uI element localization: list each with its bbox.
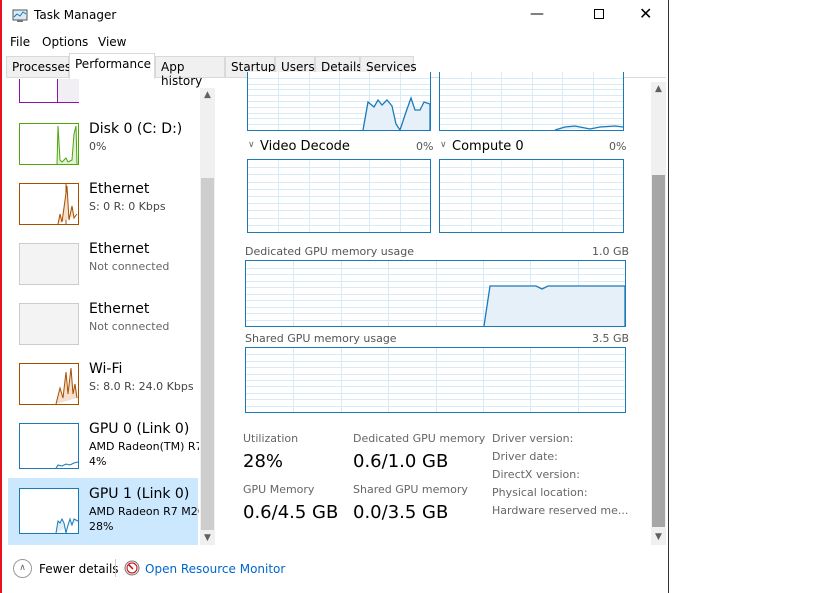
sidebar-item-name: Disk 0 (C: D:): [89, 121, 183, 137]
utilization-label: Utilization: [243, 432, 299, 445]
dedicated-memory-stat-value: 0.6/1.0 GB: [353, 451, 449, 472]
menu-file[interactable]: File: [10, 35, 30, 49]
sidebar-item-ethernet-2[interactable]: Ethernet Not connected: [8, 240, 198, 300]
ethernet-thumbnail: [19, 243, 79, 285]
sidebar-item-sub: Not connected: [89, 320, 170, 333]
scroll-up-icon[interactable]: ▲: [651, 84, 666, 94]
hardware-reserved-label: Hardware reserved me...: [492, 504, 629, 517]
open-resource-monitor-link[interactable]: Open Resource Monitor: [145, 562, 285, 576]
utilization-value: 28%: [243, 451, 284, 472]
directx-version-label: DirectX version:: [492, 468, 580, 481]
shared-memory-label: Shared GPU memory usage: [245, 332, 397, 345]
sidebar-item-sub: S: 8.0 R: 24.0 Kbps: [89, 380, 194, 393]
sidebar-item-usage: 4%: [89, 455, 107, 468]
scroll-down-icon[interactable]: ▼: [200, 533, 215, 543]
sidebar-item-name: GPU 1 (Link 0): [89, 486, 190, 502]
gpu1-thumbnail: [19, 488, 79, 534]
engine-selector-compute[interactable]: Compute 0: [452, 139, 524, 154]
video-decode-graph: [247, 159, 431, 233]
dedicated-memory-graph: [245, 260, 626, 327]
driver-version-label: Driver version:: [492, 432, 574, 445]
graph-grid: [440, 160, 623, 232]
resource-monitor-icon: [124, 560, 140, 576]
sidebar-item-gpu0[interactable]: GPU 0 (Link 0) AMD Radeon(TM) R7 4%: [8, 420, 199, 476]
menu-options[interactable]: Options: [42, 35, 88, 49]
sidebar-scrollbar[interactable]: ▲ ▼: [200, 88, 215, 545]
disk-thumbnail: [19, 123, 79, 165]
gpu-memory-value: 0.6/4.5 GB: [243, 502, 339, 523]
sidebar-item-name: Wi-Fi: [89, 361, 123, 377]
ethernet-thumbnail: [19, 183, 79, 225]
shared-memory-stat-label: Shared GPU memory: [353, 483, 468, 496]
close-button[interactable]: ✕: [639, 4, 652, 23]
physical-location-label: Physical location:: [492, 486, 588, 499]
gpu0-thumbnail: [19, 423, 79, 469]
window-title: Task Manager: [34, 8, 117, 22]
task-manager-window: Task Manager — ✕ File Options View Proce…: [0, 0, 669, 593]
graph-grid: [440, 72, 623, 130]
graph-grid: [248, 160, 430, 232]
dedicated-memory-max: 1.0 GB: [592, 245, 630, 258]
dedicated-memory-label: Dedicated GPU memory usage: [245, 245, 414, 258]
sidebar-item-gpu1[interactable]: GPU 1 (Link 0) AMD Radeon R7 M26 28%: [8, 478, 199, 545]
sidebar-item-name: Ethernet: [89, 181, 150, 197]
sidebar-item-name: Ethernet: [89, 301, 150, 317]
engine-graph-2: [439, 72, 624, 131]
compute-graph: [439, 159, 624, 233]
engine-graph-1: [247, 72, 431, 131]
shared-memory-graph: [245, 347, 626, 413]
sidebar-item-sub: Not connected: [89, 260, 170, 273]
divider: [115, 559, 116, 577]
minimize-button[interactable]: —: [530, 6, 544, 22]
task-manager-icon: [12, 9, 28, 22]
maximize-button[interactable]: [594, 9, 604, 19]
chevron-up-icon[interactable]: ∧: [13, 559, 32, 578]
tab-performance[interactable]: Performance: [69, 53, 155, 79]
engine-selector-video-decode[interactable]: Video Decode: [260, 139, 350, 154]
gpu-memory-label: GPU Memory: [243, 483, 315, 496]
sidebar-item-name: Ethernet: [89, 241, 150, 257]
engine-value: 0%: [416, 140, 434, 153]
scroll-up-icon[interactable]: ▲: [200, 90, 215, 100]
main-scrollbar[interactable]: ▲ ▼: [651, 82, 666, 545]
chevron-down-icon[interactable]: ∨: [440, 140, 447, 150]
shared-memory-max: 3.5 GB: [592, 332, 630, 345]
engine-value: 0%: [609, 140, 627, 153]
scroll-down-icon[interactable]: ▼: [651, 532, 666, 542]
ethernet-thumbnail: [19, 303, 79, 345]
sidebar-item-disk0[interactable]: Disk 0 (C: D:) 0%: [8, 120, 198, 180]
dedicated-memory-stat-label: Dedicated GPU memory: [353, 432, 486, 445]
tab-app-history[interactable]: App history: [155, 56, 225, 88]
menu-view[interactable]: View: [98, 35, 126, 49]
sidebar: Disk 0 (C: D:) 0% Ethernet S: 0 R: 0 Kbp…: [2, 79, 216, 547]
sidebar-item-sub: S: 0 R: 0 Kbps: [89, 200, 166, 213]
sidebar-item-ethernet-3[interactable]: Ethernet Not connected: [8, 300, 198, 360]
scrollbar-thumb[interactable]: [201, 178, 214, 530]
sidebar-item-sub: 0%: [89, 140, 107, 153]
chevron-down-icon[interactable]: ∨: [248, 140, 255, 150]
tab-processes[interactable]: Processes: [6, 56, 71, 78]
sidebar-item-usage: 28%: [89, 520, 114, 533]
graph-grid: [246, 348, 625, 412]
scrollbar-thumb[interactable]: [652, 175, 665, 527]
memory-thumbnail[interactable]: [19, 79, 79, 103]
sidebar-item-sub: AMD Radeon(TM) R7: [89, 440, 199, 453]
sidebar-item-wifi[interactable]: Wi-Fi S: 8.0 R: 24.0 Kbps: [8, 360, 198, 420]
sidebar-item-sub: AMD Radeon R7 M26: [89, 505, 199, 518]
driver-date-label: Driver date:: [492, 450, 558, 463]
wifi-thumbnail: [19, 363, 79, 405]
sidebar-item-name: GPU 0 (Link 0): [89, 421, 190, 437]
shared-memory-stat-value: 0.0/3.5 GB: [353, 502, 449, 523]
fewer-details-button[interactable]: Fewer details: [39, 562, 119, 576]
sidebar-item-ethernet[interactable]: Ethernet S: 0 R: 0 Kbps: [8, 180, 198, 240]
